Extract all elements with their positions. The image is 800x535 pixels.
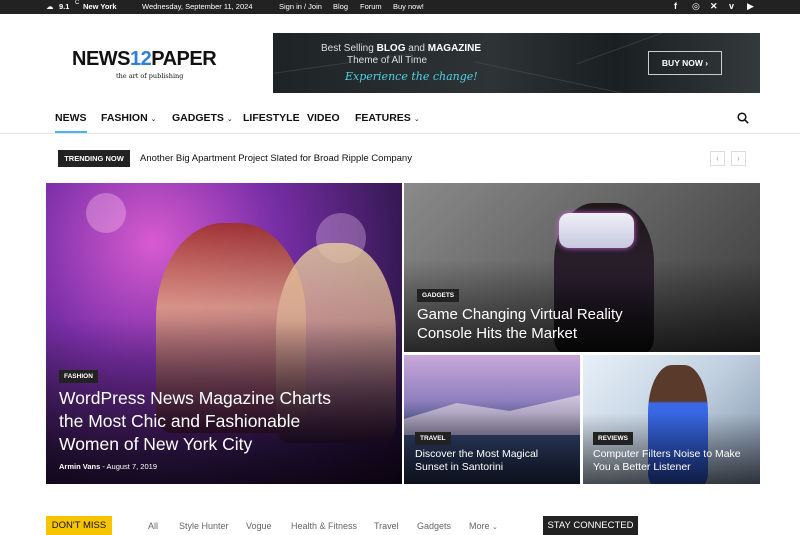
stay-connected-label: STAY CONNECTED — [543, 516, 638, 535]
nav-item-gadgets[interactable]: GADGETS ⌄ — [172, 112, 233, 124]
banner-buy-button[interactable]: BUY NOW › — [648, 51, 722, 75]
nav-item-video[interactable]: VIDEO — [307, 112, 340, 124]
nav-item-lifestyle[interactable]: LIFESTYLE — [243, 112, 300, 124]
featured-travel-tile[interactable]: TRAVEL Discover the Most Magical Sunset … — [404, 355, 580, 484]
post-date: August 7, 2019 — [106, 462, 157, 471]
filter-more-label: More — [469, 521, 490, 531]
title-line: WordPress News Magazine Charts — [59, 388, 331, 408]
title-line: the Most Chic and Fashionable — [59, 411, 301, 431]
featured-main-tile[interactable]: FASHION WordPress News Magazine Charts t… — [46, 183, 402, 484]
dont-miss-label: DON'T MISS — [46, 516, 112, 535]
featured-vr-tile[interactable]: GADGETS Game Changing Virtual Reality Co… — [404, 183, 760, 352]
logo-tagline: the art of publishing — [116, 72, 184, 80]
nav-item-label: FASHION — [101, 112, 148, 124]
blog-link[interactable]: Blog — [333, 2, 348, 11]
category-badge[interactable]: FASHION — [59, 370, 98, 383]
nav-item-label: NEWS — [55, 112, 87, 124]
nav-item-features[interactable]: FEATURES ⌄ — [355, 112, 420, 124]
title-line: Women of New York City — [59, 434, 253, 454]
filter-more[interactable]: More ⌄ — [469, 521, 498, 531]
filter-travel[interactable]: Travel — [374, 521, 399, 531]
facebook-icon[interactable]: f — [674, 1, 677, 11]
filter-all[interactable]: All — [148, 521, 158, 531]
trending-label: TRENDING NOW — [58, 150, 130, 167]
chevron-down-icon: ⌄ — [150, 116, 157, 123]
banner-line-1-mid: and — [408, 43, 425, 54]
category-badge[interactable]: REVIEWS — [593, 432, 633, 445]
banner-texture — [474, 61, 632, 93]
banner-line-1-prefix: Best Selling — [321, 43, 374, 54]
forum-link[interactable]: Forum — [360, 2, 382, 11]
banner-line-1: Best Selling BLOG and MAGAZINE — [321, 43, 481, 54]
banner-line-1-bold-2: MAGAZINE — [427, 43, 482, 54]
trending-next-button[interactable]: › — [731, 151, 746, 166]
nav-item-label: GADGETS — [172, 112, 224, 124]
ad-banner[interactable]: Best Selling BLOG and MAGAZINE Theme of … — [273, 33, 760, 93]
logo-number: 12 — [130, 48, 152, 70]
nav-item-fashion[interactable]: FASHION ⌄ — [101, 112, 157, 124]
title-line: Discover the Most Magical — [415, 448, 539, 460]
filter-style-hunter[interactable]: Style Hunter — [179, 521, 229, 531]
instagram-icon[interactable]: ◎ — [692, 1, 700, 12]
weather-unit: C — [75, 0, 80, 6]
featured-vr-title[interactable]: Game Changing Virtual Reality Console Hi… — [417, 305, 623, 343]
chevron-down-icon: ⌄ — [492, 524, 498, 531]
x-icon[interactable]: ✕ — [710, 1, 718, 12]
banner-line-1-bold: BLOG — [376, 43, 406, 54]
buy-now-link[interactable]: Buy now! — [393, 2, 424, 11]
main-nav: NEWS FASHION ⌄ GADGETS ⌄ LIFESTYLE VIDEO F… — [0, 104, 800, 134]
chevron-down-icon: ⌄ — [226, 116, 233, 123]
featured-main-title[interactable]: WordPress News Magazine Charts the Most … — [59, 387, 331, 456]
youtube-icon[interactable]: ▶ — [747, 1, 754, 12]
vimeo-icon[interactable]: v — [729, 1, 734, 11]
title-line: Game Changing Virtual Reality — [417, 306, 623, 323]
chevron-right-icon: › — [705, 58, 709, 68]
banner-buy-label: BUY NOW — [661, 58, 703, 68]
nav-item-label: LIFESTYLE — [243, 112, 300, 124]
top-date: Wednesday, September 11, 2024 — [142, 2, 253, 11]
featured-reviews-tile[interactable]: REVIEWS Computer Filters Noise to Make Y… — [583, 355, 760, 484]
logo-wordmark: NEWS12PAPER — [72, 48, 242, 71]
post-meta: Armin Vans - August 7, 2019 — [59, 462, 157, 471]
featured-reviews-title[interactable]: Computer Filters Noise to Make You a Bet… — [593, 448, 741, 474]
filter-vogue[interactable]: Vogue — [246, 521, 272, 531]
category-badge[interactable]: GADGETS — [417, 289, 460, 302]
weather-temp: 9.1 — [59, 2, 70, 11]
banner-line-2: Theme of All Time — [347, 55, 428, 66]
filter-gadgets[interactable]: Gadgets — [417, 521, 451, 531]
filter-health-fitness[interactable]: Health & Fitness — [291, 521, 357, 531]
trending-headline[interactable]: Another Big Apartment Project Slated for… — [140, 153, 412, 164]
nav-item-label: FEATURES — [355, 112, 411, 124]
weather-location: New York — [83, 2, 117, 11]
weather-icon: ☁ — [46, 2, 54, 11]
logo-word-left: NEWS — [72, 48, 131, 70]
site-logo[interactable]: NEWS12PAPER the art of publishing — [72, 48, 242, 80]
nav-item-label: VIDEO — [307, 112, 340, 124]
title-line: You a Better Listener — [593, 461, 691, 473]
search-icon[interactable] — [737, 112, 749, 124]
chevron-left-icon: ‹ — [716, 154, 719, 163]
category-badge[interactable]: TRAVEL — [415, 432, 451, 445]
chevron-right-icon: › — [737, 154, 740, 163]
title-line: Sunset in Santorini — [415, 461, 504, 473]
banner-line-3: Experience the change! — [345, 70, 478, 83]
chevron-down-icon: ⌄ — [413, 116, 420, 123]
trending-prev-button[interactable]: ‹ — [710, 151, 725, 166]
title-line: Computer Filters Noise to Make — [593, 448, 741, 460]
nav-item-news[interactable]: NEWS — [55, 112, 87, 133]
logo-word-right: PAPER — [151, 48, 217, 70]
post-author[interactable]: Armin Vans — [59, 462, 100, 471]
title-line: Console Hits the Market — [417, 325, 578, 342]
sign-in-link[interactable]: Sign in / Join — [279, 2, 322, 11]
top-bar: ☁ 9.1 C New York Wednesday, September 11… — [0, 0, 800, 14]
featured-travel-title[interactable]: Discover the Most Magical Sunset in Sant… — [415, 448, 538, 474]
